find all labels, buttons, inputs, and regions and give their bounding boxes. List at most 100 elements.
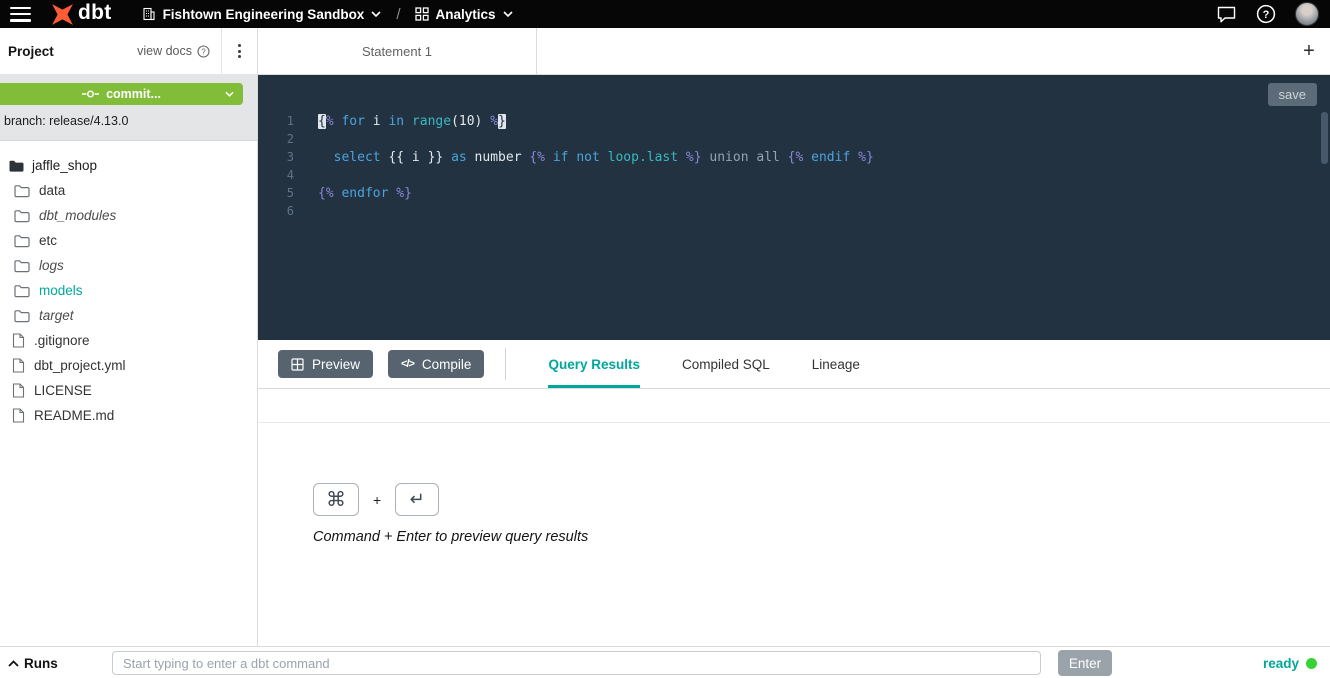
dbt-cloud-ide: dbt Fishtown Engineering Sandbox / Analy… xyxy=(0,0,1330,678)
sidebar-kebab-menu[interactable] xyxy=(221,28,257,74)
project-switcher[interactable]: Analytics xyxy=(415,7,513,22)
enter-button[interactable]: Enter xyxy=(1058,650,1112,676)
preview-button[interactable]: Preview xyxy=(278,350,373,378)
tree-item-label: data xyxy=(39,183,65,198)
tree-item-readme-md[interactable]: README.md xyxy=(0,403,257,428)
breadcrumb-separator: / xyxy=(396,6,400,23)
folder-icon xyxy=(14,284,30,298)
results-tab-label: Compiled SQL xyxy=(682,357,770,372)
code-line-2[interactable]: 2 xyxy=(258,130,1318,148)
project-sidebar: Project view docs ? commit... xyxy=(0,28,258,646)
sidebar-header: Project view docs ? xyxy=(0,28,257,75)
tree-item-dbt-project-yml[interactable]: dbt_project.yml xyxy=(0,353,257,378)
tree-item-gitignore[interactable]: .gitignore xyxy=(0,328,257,353)
editor-scrollbar[interactable] xyxy=(1321,112,1328,336)
code-line-1[interactable]: 1{% for i in range(10) %} xyxy=(258,112,1318,130)
tree-item-logs[interactable]: logs xyxy=(0,253,257,278)
code-line-4[interactable]: 4 xyxy=(258,166,1318,184)
results-tab-lineage[interactable]: Lineage xyxy=(791,340,881,388)
code-line-3[interactable]: 3 select {{ i }} as number {% if not loo… xyxy=(258,148,1318,166)
chevron-down-icon xyxy=(503,11,513,17)
status-dot xyxy=(1306,658,1317,669)
tree-item-target[interactable]: target xyxy=(0,303,257,328)
shortcut-hint-text: Command + Enter to preview query results xyxy=(313,529,588,545)
tree-item-data[interactable]: data xyxy=(0,178,257,203)
dbt-logo: dbt xyxy=(50,2,112,27)
tree-item-etc[interactable]: etc xyxy=(0,228,257,253)
editor-scrollbar-thumb[interactable] xyxy=(1321,112,1328,164)
runs-label: Runs xyxy=(24,656,58,671)
results-tab-label: Lineage xyxy=(812,357,860,372)
plus-icon: + xyxy=(1303,40,1315,63)
account-switcher[interactable]: Fishtown Engineering Sandbox xyxy=(142,7,382,22)
hamburger-menu-icon[interactable] xyxy=(10,7,31,22)
folder-open-icon xyxy=(8,159,25,173)
code-line-5[interactable]: 5 {% endfor %} xyxy=(258,184,1318,202)
top-bar: dbt Fishtown Engineering Sandbox / Analy… xyxy=(0,0,1330,28)
code-text: {% endfor %} xyxy=(318,186,412,201)
code-line-6[interactable]: 6 xyxy=(258,202,1318,220)
tree-item-jaffle-shop[interactable]: jaffle_shop xyxy=(0,153,257,178)
dbt-logo-icon xyxy=(50,2,75,27)
editor-tab-bar: Statement 1 + xyxy=(258,28,1330,75)
view-docs-label: view docs xyxy=(137,44,192,58)
save-button[interactable]: save xyxy=(1268,83,1317,106)
status-indicator: ready xyxy=(1263,647,1317,678)
user-avatar[interactable] xyxy=(1295,2,1319,26)
chat-icon[interactable] xyxy=(1216,5,1237,24)
folder-icon xyxy=(14,209,30,223)
svg-text:?: ? xyxy=(201,47,206,56)
results-toolbar: Preview </> Compile Query Results Compile… xyxy=(258,340,1330,389)
plus-separator: + xyxy=(373,492,381,508)
tree-item-dbt-modules[interactable]: dbt_modules xyxy=(0,203,257,228)
preview-button-label: Preview xyxy=(312,357,360,372)
commit-button[interactable]: commit... xyxy=(0,83,243,105)
command-bar: Runs Enter ready xyxy=(0,646,1330,678)
file-icon xyxy=(12,383,25,398)
editor-tab-statement-1[interactable]: Statement 1 xyxy=(258,28,537,74)
help-icon[interactable]: ? xyxy=(1256,4,1276,24)
account-name: Fishtown Engineering Sandbox xyxy=(163,7,365,22)
code-icon: </> xyxy=(401,358,414,370)
file-icon xyxy=(12,358,25,373)
folder-icon xyxy=(14,309,30,323)
tree-item-label: dbt_project.yml xyxy=(34,358,126,373)
sidebar-title: Project xyxy=(8,44,54,59)
tree-item-label: .gitignore xyxy=(34,333,90,348)
tree-item-label: target xyxy=(39,308,74,323)
code-text: {% for i in range(10) %} xyxy=(318,114,506,129)
line-number: 2 xyxy=(258,132,294,146)
git-commit-icon xyxy=(82,88,99,100)
tree-item-label: README.md xyxy=(34,408,114,423)
view-docs-link[interactable]: view docs ? xyxy=(137,44,221,58)
tree-item-label: jaffle_shop xyxy=(32,158,97,173)
new-tab-button[interactable]: + xyxy=(1295,37,1323,65)
file-icon xyxy=(12,408,25,423)
file-icon xyxy=(12,333,25,348)
results-tab-compiled-sql[interactable]: Compiled SQL xyxy=(661,340,791,388)
tree-item-label: models xyxy=(39,283,83,298)
runs-toggle[interactable]: Runs xyxy=(8,647,58,678)
code-editor[interactable]: save 1{% for i in range(10) %} 2 3 select … xyxy=(258,75,1330,340)
results-tab-query-results[interactable]: Query Results xyxy=(527,340,661,388)
tree-item-models[interactable]: models xyxy=(0,278,257,303)
enter-key-icon: ↵ xyxy=(395,483,439,516)
tree-item-label: LICENSE xyxy=(34,383,92,398)
kebab-menu-icon xyxy=(238,44,241,58)
code-lines: 1{% for i in range(10) %} 2 3 select {{ i … xyxy=(258,112,1318,220)
grid-icon xyxy=(415,7,429,21)
editor-tab-label: Statement 1 xyxy=(362,44,432,59)
status-label: ready xyxy=(1263,656,1299,671)
results-tabs: Query Results Compiled SQL Lineage xyxy=(527,340,880,388)
command-input[interactable] xyxy=(112,651,1041,675)
file-tree: jaffle_shopdata dbt_modulesetclogs models t… xyxy=(0,141,257,428)
compile-button[interactable]: </> Compile xyxy=(388,350,484,378)
tree-item-license[interactable]: LICENSE xyxy=(0,378,257,403)
line-number: 5 xyxy=(258,186,294,200)
topbar-actions: ? xyxy=(1216,2,1319,26)
tree-item-label: dbt_modules xyxy=(39,208,116,223)
keyboard-shortcut-hint: ⌘ + ↵ xyxy=(313,483,439,516)
project-name: Analytics xyxy=(436,7,496,22)
branch-label: branch: release/4.13.0 xyxy=(4,114,128,128)
commit-dropdown-chevron-icon[interactable] xyxy=(225,91,234,97)
